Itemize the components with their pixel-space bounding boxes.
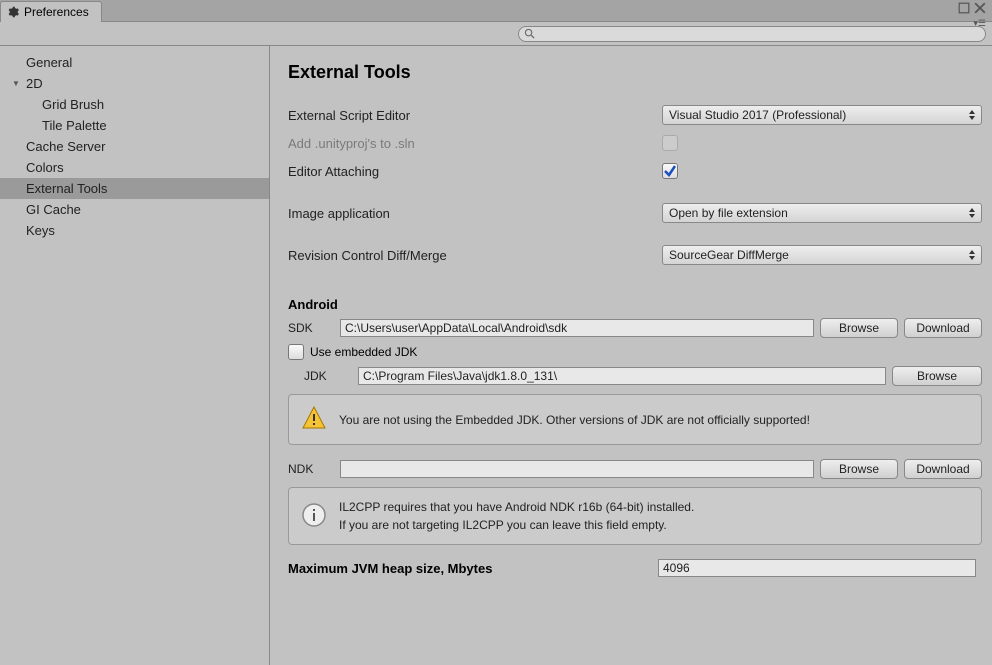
warning-icon — [301, 405, 327, 434]
sidebar-item-colors[interactable]: Colors — [0, 157, 269, 178]
window-minimize-icon[interactable] — [958, 2, 970, 14]
search-bar — [0, 22, 992, 46]
jdk-warning-text: You are not using the Embedded JDK. Othe… — [339, 411, 810, 429]
jdk-browse-button[interactable]: Browse — [892, 366, 982, 386]
ndk-label: NDK — [288, 462, 334, 476]
sidebar-item-general[interactable]: General — [0, 52, 269, 73]
page-title: External Tools — [288, 62, 982, 83]
sidebar-item-grid-brush[interactable]: Grid Brush — [0, 94, 269, 115]
sidebar-item-gi-cache[interactable]: GI Cache — [0, 199, 269, 220]
android-header: Android — [288, 297, 982, 312]
search-input[interactable] — [518, 26, 986, 42]
sidebar-item-cache-server[interactable]: Cache Server — [0, 136, 269, 157]
sidebar-item-external-tools[interactable]: External Tools — [0, 178, 269, 199]
revision-control-label: Revision Control Diff/Merge — [288, 248, 658, 263]
il2cpp-info-line2: If you are not targeting IL2CPP you can … — [339, 518, 667, 532]
tab-title: Preferences — [24, 5, 89, 19]
ndk-browse-button[interactable]: Browse — [820, 459, 898, 479]
jdk-label: JDK — [288, 369, 352, 383]
image-application-label: Image application — [288, 206, 658, 221]
add-unityproj-checkbox — [662, 135, 678, 151]
sdk-label: SDK — [288, 321, 334, 335]
add-unityproj-label: Add .unityproj's to .sln — [288, 136, 658, 151]
editor-attaching-label: Editor Attaching — [288, 164, 658, 179]
main-panel: External Tools External Script Editor Vi… — [270, 46, 992, 665]
sdk-input[interactable] — [340, 319, 814, 337]
sidebar: General 2D Grid Brush Tile Palette Cache… — [0, 46, 270, 665]
revision-control-select[interactable]: SourceGear DiffMerge — [662, 245, 982, 265]
window-close-icon[interactable] — [974, 2, 986, 14]
external-script-editor-label: External Script Editor — [288, 108, 658, 123]
sidebar-item-keys[interactable]: Keys — [0, 220, 269, 241]
sidebar-item-tile-palette[interactable]: Tile Palette — [0, 115, 269, 136]
editor-attaching-checkbox[interactable] — [662, 163, 678, 179]
gear-icon — [7, 6, 19, 18]
tab-bar: Preferences — [0, 0, 992, 22]
jdk-warning-box: You are not using the Embedded JDK. Othe… — [288, 394, 982, 445]
sdk-browse-button[interactable]: Browse — [820, 318, 898, 338]
jdk-input[interactable] — [358, 367, 886, 385]
external-script-editor-select[interactable]: Visual Studio 2017 (Professional) — [662, 105, 982, 125]
image-application-select[interactable]: Open by file extension — [662, 203, 982, 223]
info-icon — [301, 502, 327, 531]
ndk-input[interactable] — [340, 460, 814, 478]
ndk-download-button[interactable]: Download — [904, 459, 982, 479]
il2cpp-info-line1: IL2CPP requires that you have Android ND… — [339, 500, 694, 514]
use-embedded-jdk-checkbox[interactable] — [288, 344, 304, 360]
il2cpp-info-box: IL2CPP requires that you have Android ND… — [288, 487, 982, 545]
sidebar-item-2d[interactable]: 2D — [0, 73, 269, 94]
sdk-download-button[interactable]: Download — [904, 318, 982, 338]
heap-input[interactable] — [658, 559, 976, 577]
tab-preferences[interactable]: Preferences — [0, 1, 102, 22]
heap-label: Maximum JVM heap size, Mbytes — [288, 561, 658, 576]
use-embedded-jdk-label: Use embedded JDK — [310, 345, 417, 359]
